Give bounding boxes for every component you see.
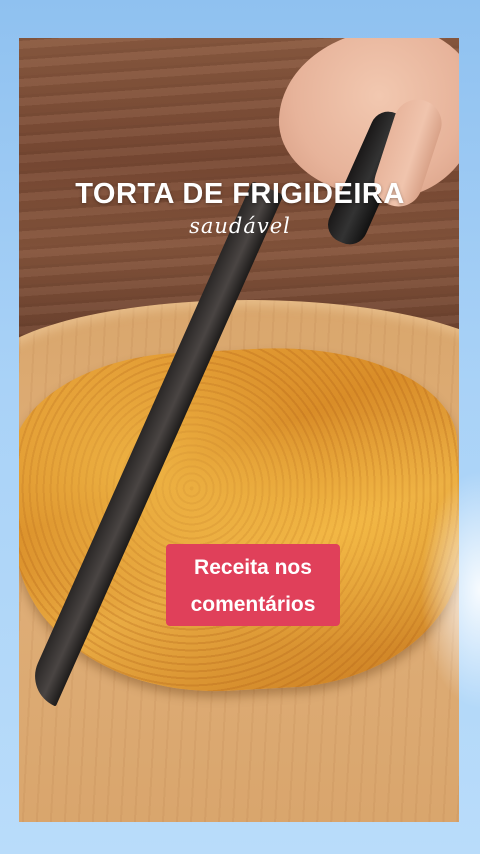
caption-line-1: Receita nos [194, 556, 312, 579]
light-glow [420, 470, 480, 710]
caption-line-2: comentários [190, 593, 316, 616]
video-frame[interactable] [19, 38, 459, 822]
torta-omelette [19, 338, 459, 702]
video-subtitle: saudável [189, 214, 291, 238]
video-title: TORTA DE FRIGIDEIRA [75, 178, 405, 210]
recipe-caption-badge: Receita nos comentários [166, 544, 340, 626]
